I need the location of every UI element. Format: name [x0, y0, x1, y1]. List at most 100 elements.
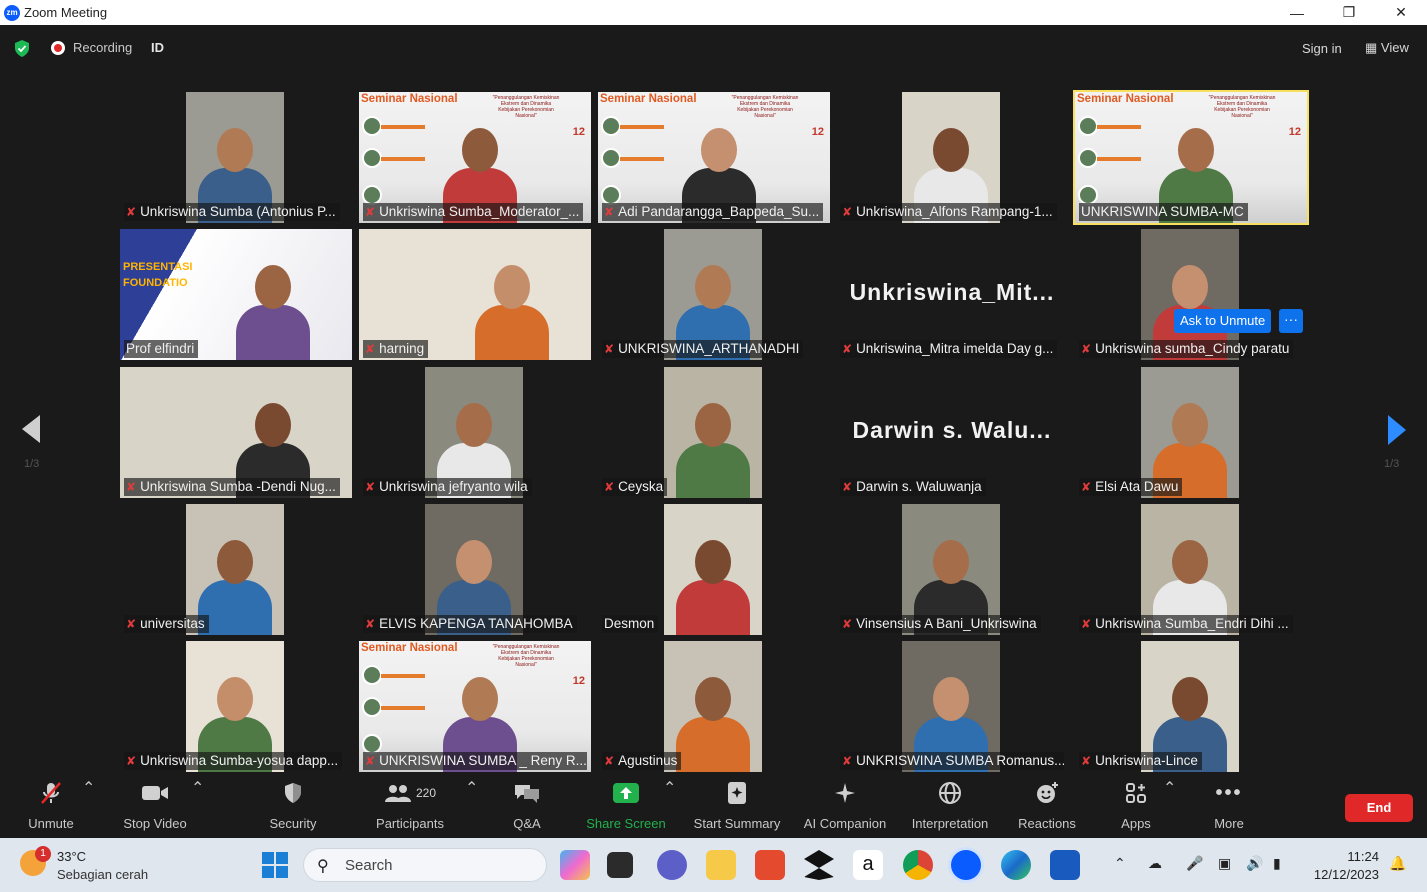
copilot-icon[interactable]	[560, 850, 590, 880]
network-icon[interactable]: ▣	[1218, 855, 1231, 872]
weather-condition[interactable]: Sebagian cerah	[57, 867, 148, 882]
sign-in-link[interactable]: Sign in	[1302, 41, 1342, 56]
participant-tile[interactable]: ✘ Unkriswina jefryanto wila	[359, 367, 591, 498]
seminar-theme: "Penanggulangan Kemiskinan Ekstrem dan D…	[492, 95, 560, 119]
microsoft-store-icon[interactable]	[755, 850, 785, 880]
video-options-caret-icon[interactable]: ⌃	[191, 778, 204, 838]
recording-label[interactable]: Recording	[73, 40, 132, 55]
participant-name-label: ✘ Unkriswina_Mitra imelda Day g...	[840, 340, 1058, 358]
participant-tile[interactable]: Unkriswina_Mit... ✘ Unkriswina_Mitra imeld…	[836, 229, 1068, 360]
participant-tile[interactable]: ✘ UNKRISWINA SUMBA Romanus...	[836, 641, 1068, 772]
zoom-logo-icon: zm	[4, 4, 20, 21]
participant-silhouette	[676, 540, 750, 635]
qa-button[interactable]: Q&A	[505, 778, 549, 838]
audio-options-caret-icon[interactable]: ⌃	[82, 778, 95, 838]
volume-icon[interactable]: 🔊	[1246, 855, 1263, 872]
participants-button[interactable]: 220 Participants	[370, 778, 450, 838]
interpretation-button[interactable]: Interpretation	[903, 778, 997, 838]
taskbar-clock[interactable]: 11:24 12/12/2023	[1309, 848, 1379, 884]
participants-options-caret-icon[interactable]: ⌃	[465, 778, 478, 838]
restore-button[interactable]: ❐	[1323, 0, 1375, 25]
battery-icon[interactable]: ▮	[1273, 855, 1281, 872]
participant-tile[interactable]: ✘ Ceyska	[598, 367, 830, 498]
reactions-button[interactable]: Reactions	[1014, 778, 1080, 838]
participant-name: Unkriswina Sumba (Antonius P...	[140, 204, 336, 219]
tile-more-options-button[interactable]: ···	[1279, 309, 1303, 333]
apps-options-caret-icon[interactable]: ⌃	[1163, 778, 1176, 838]
speaker-bar	[620, 125, 664, 129]
apps-button[interactable]: Apps	[1115, 778, 1157, 838]
participant-name: Adi Pandarangga_Bappeda_Su...	[618, 204, 820, 219]
recording-icon	[51, 41, 65, 55]
dropbox-icon[interactable]	[804, 850, 834, 880]
participant-name-label: Desmon	[602, 615, 659, 633]
participant-tile[interactable]: ✘ Unkriswina Sumba-yosua dapp...	[120, 641, 352, 772]
task-view-icon[interactable]	[607, 852, 633, 878]
next-page-arrow-icon[interactable]	[1388, 415, 1406, 445]
participant-tile[interactable]: ✘ Unkriswina sumba_Cindy paratu	[1075, 229, 1307, 360]
participant-name: Elsi Ata Dawu	[1095, 479, 1179, 494]
participant-tile[interactable]: Seminar Nasional "Penanggulangan Kemiskin…	[359, 641, 591, 772]
participant-tile[interactable]: Seminar Nasional "Penanggulangan Kemiskin…	[359, 92, 591, 223]
file-explorer-icon[interactable]	[706, 850, 736, 880]
participant-tile[interactable]: ✘ Unkriswina_Alfons Rampang-1...	[836, 92, 1068, 223]
windows-taskbar: 1 33°C Sebagian cerah ⚲ Search a ⌃ ☁ 🎤 ▣…	[0, 838, 1427, 892]
weather-temperature[interactable]: 33°C	[57, 849, 86, 864]
share-screen-label: Share Screen	[586, 816, 666, 831]
participant-tile[interactable]: ✘ Unkriswina Sumba_Endri Dihi ...	[1075, 504, 1307, 635]
participant-tile[interactable]: ✘ Agustinus	[598, 641, 830, 772]
windows-start-icon[interactable]	[262, 852, 288, 878]
participant-tile[interactable]: ✘ harning	[359, 229, 591, 360]
participant-tile[interactable]: ✘ Elsi Ata Dawu	[1075, 367, 1307, 498]
more-button[interactable]: ••• More	[1207, 778, 1251, 838]
onedrive-cloud-icon[interactable]: ☁	[1148, 855, 1162, 872]
previous-page-arrow-icon[interactable]	[22, 415, 40, 443]
participant-name-label: ✘ Unkriswina Sumba_Moderator_...	[363, 203, 584, 221]
head-shape	[695, 540, 731, 584]
unmute-button[interactable]: Unmute	[16, 778, 86, 838]
participant-tile[interactable]: Desmon	[598, 504, 830, 635]
teams-chat-icon[interactable]	[657, 850, 687, 880]
participant-tile[interactable]: ✘ ELVIS KAPENGA TANAHOMBA	[359, 504, 591, 635]
meeting-id-label[interactable]: ID	[151, 40, 164, 55]
notification-bell-icon[interactable]: 🔔	[1389, 855, 1406, 872]
zoom-taskbar-icon[interactable]	[951, 850, 981, 880]
participant-tile[interactable]: ✘ universitas	[120, 504, 352, 635]
share-screen-button[interactable]: Share Screen	[583, 778, 669, 838]
participant-tile[interactable]: ✘ Unkriswina Sumba -Dendi Nug...	[120, 367, 352, 498]
ask-to-unmute-button[interactable]: Ask to Unmute	[1174, 309, 1272, 333]
close-button[interactable]: ✕	[1375, 0, 1427, 25]
amazon-icon[interactable]: a	[853, 850, 883, 880]
participant-tile[interactable]: Darwin s. Walu... ✘ Darwin s. Waluwanja	[836, 367, 1068, 498]
participant-name: ELVIS KAPENGA TANAHOMBA	[379, 616, 573, 631]
taskbar-search-input[interactable]: ⚲ Search	[303, 848, 547, 882]
qa-chat-icon	[505, 778, 549, 808]
microphone-tray-icon[interactable]: 🎤	[1186, 855, 1203, 872]
chrome-icon[interactable]	[903, 850, 933, 880]
stop-video-button[interactable]: Stop Video	[115, 778, 195, 838]
grid-icon: ▦	[1365, 40, 1381, 55]
security-button[interactable]: Security	[262, 778, 324, 838]
minimize-button[interactable]: —	[1271, 0, 1323, 25]
participant-tile[interactable]: Seminar Nasional "Penanggulangan Kemiskin…	[598, 92, 830, 223]
show-hidden-icons-icon[interactable]: ⌃	[1114, 855, 1126, 872]
view-button[interactable]: ▦ View	[1365, 40, 1409, 56]
participant-tile[interactable]: ✘ Unkriswina Sumba (Antonius P...	[120, 92, 352, 223]
participant-tile[interactable]: PRESENTASI FOUNDATIO Prof elfindri	[120, 229, 352, 360]
participant-tile[interactable]: Seminar Nasional "Penanggulangan Kemiskin…	[1073, 90, 1309, 225]
share-options-caret-icon[interactable]: ⌃	[663, 778, 676, 838]
participant-tile[interactable]: ✘ Vinsensius A Bani_Unkriswina	[836, 504, 1068, 635]
end-meeting-button[interactable]: End	[1345, 794, 1413, 822]
more-label: More	[1214, 816, 1244, 831]
security-shield-icon[interactable]	[14, 40, 30, 57]
participant-tile[interactable]: ✘ UNKRISWINA_ARTHANADHI	[598, 229, 830, 360]
ai-companion-button[interactable]: AI Companion	[798, 778, 892, 838]
edge-icon[interactable]	[1001, 850, 1031, 880]
word-icon[interactable]	[1050, 850, 1080, 880]
head-shape	[456, 403, 492, 447]
sparkle-icon	[798, 778, 892, 808]
participant-tile[interactable]: ✘ Unkriswina-Lince	[1075, 641, 1307, 772]
body-shape	[676, 443, 750, 498]
start-summary-button[interactable]: Start Summary	[689, 778, 785, 838]
seminar-date: 12	[572, 675, 585, 687]
